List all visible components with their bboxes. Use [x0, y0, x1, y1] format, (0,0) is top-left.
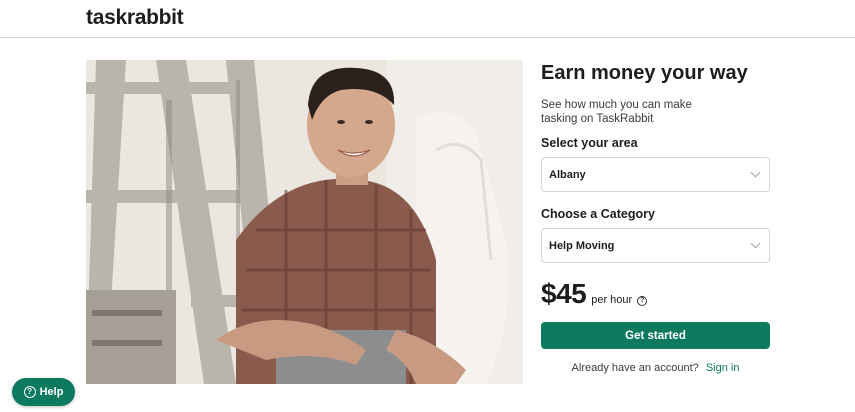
chevron-down-icon [750, 238, 761, 249]
price-estimate: $45 per hour ? [541, 278, 648, 310]
chevron-down-icon [750, 167, 761, 178]
sign-in-link[interactable]: Sign in [706, 362, 740, 374]
help-icon: ? [23, 386, 36, 398]
site-header: taskrabbit [0, 0, 855, 38]
taskrabbit-logo[interactable]: taskrabbit [86, 6, 184, 30]
page-subtitle: See how much you can make tasking on Tas… [541, 99, 692, 125]
area-label: Select your area [541, 136, 638, 150]
area-select-value: Albany [549, 168, 586, 181]
price-unit: per hour [591, 294, 633, 306]
account-prompt-text: Already have an account? [571, 362, 699, 374]
page-title: Earn money your way [541, 62, 748, 84]
get-started-button[interactable]: Get started [541, 322, 770, 349]
category-label: Choose a Category [541, 207, 655, 221]
question-circle-icon[interactable]: ? [637, 296, 648, 306]
price-amount: $45 [541, 278, 587, 309]
help-label: Help [39, 386, 64, 398]
category-select-value: Help Moving [549, 239, 615, 252]
help-button[interactable]: ? Help [12, 378, 75, 406]
area-select[interactable]: Albany [541, 157, 770, 192]
hero-image [86, 60, 523, 384]
signin-prompt: Already have an account? Sign in [541, 362, 770, 374]
category-select[interactable]: Help Moving [541, 228, 770, 263]
